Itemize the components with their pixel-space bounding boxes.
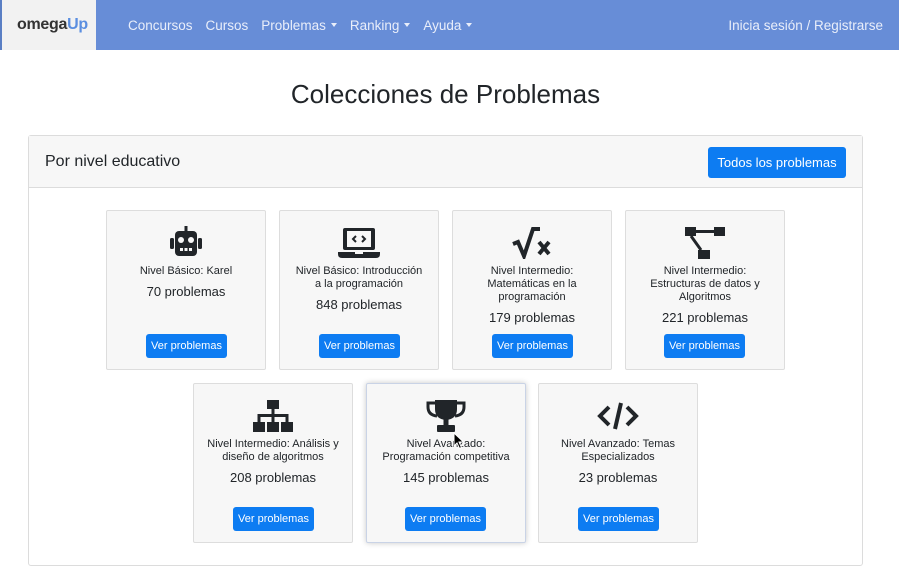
view-problems-button[interactable]: Ver problemas <box>146 334 227 358</box>
logo-omega-text: omega <box>17 16 68 33</box>
view-problems-button[interactable]: Ver problemas <box>405 507 486 531</box>
top-navbar: omega Up Concursos Cursos Problemas Ranki… <box>0 0 899 50</box>
collection-name: Nivel Básico: Introducción a la programa… <box>295 265 423 290</box>
collection-count: 70 problemas <box>146 284 226 299</box>
collection-count: 23 problemas <box>578 470 658 485</box>
nav-problemas-dropdown[interactable]: Problemas <box>261 18 337 33</box>
trophy-icon <box>367 398 525 434</box>
collection-name: Nivel Básico: Karel <box>139 265 233 277</box>
project-diagram-icon <box>626 225 784 261</box>
omegaup-logo[interactable]: omega Up <box>0 0 96 50</box>
nav-problemas-label: Problemas <box>261 17 326 33</box>
nav-ayuda-label: Ayuda <box>423 17 462 33</box>
nav-cursos-label: Cursos <box>205 17 249 33</box>
collection-name: Nivel Intermedio: Matemáticas en la prog… <box>487 265 577 303</box>
collection-count: 848 problemas <box>316 297 402 312</box>
code-icon <box>539 398 697 434</box>
all-problems-button[interactable]: Todos los problemas <box>708 147 846 178</box>
collection-count: 145 problemas <box>403 470 489 485</box>
view-problems-button[interactable]: Ver problemas <box>233 507 314 531</box>
collection-name: Nivel Avanzado: Temas Especializados <box>561 438 675 463</box>
collection-tile-specialized: Nivel Avanzado: Temas Especializados 23 … <box>538 383 698 543</box>
collection-tile-competitive: Nivel Avanzado: Programación competitiva… <box>366 383 526 543</box>
login-register-link[interactable]: Inicia sesión / Registrarse <box>728 0 883 50</box>
nav-concursos[interactable]: Concursos <box>128 18 193 33</box>
caret-down-icon <box>466 23 473 27</box>
nav-cursos[interactable]: Cursos <box>206 18 249 33</box>
nav-ranking-dropdown[interactable]: Ranking <box>350 18 411 33</box>
collection-tile-intro: Nivel Básico: Introducción a la programa… <box>279 210 439 370</box>
view-problems-button[interactable]: Ver problemas <box>319 334 400 358</box>
view-problems-button[interactable]: Ver problemas <box>492 334 573 358</box>
card-header: Por nivel educativo Todos los problemas <box>29 136 862 188</box>
collection-name: Nivel Avanzado: Programación competitiva <box>382 438 510 463</box>
nav-concursos-label: Concursos <box>128 17 193 33</box>
collection-count: 221 problemas <box>662 310 748 325</box>
view-problems-button[interactable]: Ver problemas <box>578 507 659 531</box>
sitemap-icon <box>194 398 352 434</box>
nav-links: Concursos Cursos Problemas Ranking Ayuda <box>128 0 485 50</box>
collection-name: Nivel Intermedio: Estructuras de datos y… <box>650 265 760 303</box>
collection-count: 179 problemas <box>489 310 575 325</box>
collection-tile-math: Nivel Intermedio: Matemáticas en la prog… <box>452 210 612 370</box>
collection-name: Nivel Intermedio: Análisis y diseño de a… <box>207 438 339 463</box>
collection-tile-data-structures: Nivel Intermedio: Estructuras de datos y… <box>625 210 785 370</box>
collection-count: 208 problemas <box>230 470 316 485</box>
robot-icon <box>107 225 265 261</box>
view-problems-button[interactable]: Ver problemas <box>664 334 745 358</box>
page-title: Colecciones de Problemas <box>290 79 601 109</box>
caret-down-icon <box>404 23 411 27</box>
square-root-icon <box>453 225 611 261</box>
logo-up-text: Up <box>67 16 88 33</box>
laptop-code-icon <box>280 225 438 261</box>
nav-ranking-label: Ranking <box>349 17 400 33</box>
collection-tile-algorithms: Nivel Intermedio: Análisis y diseño de a… <box>193 383 353 543</box>
collection-tile-karel: Nivel Básico: Karel 70 problemas Ver pro… <box>106 210 266 370</box>
caret-down-icon <box>330 23 337 27</box>
nav-ayuda-dropdown[interactable]: Ayuda <box>423 17 473 33</box>
mouse-pointer-icon <box>453 431 465 455</box>
card-header-title: Por nivel educativo <box>45 153 181 170</box>
